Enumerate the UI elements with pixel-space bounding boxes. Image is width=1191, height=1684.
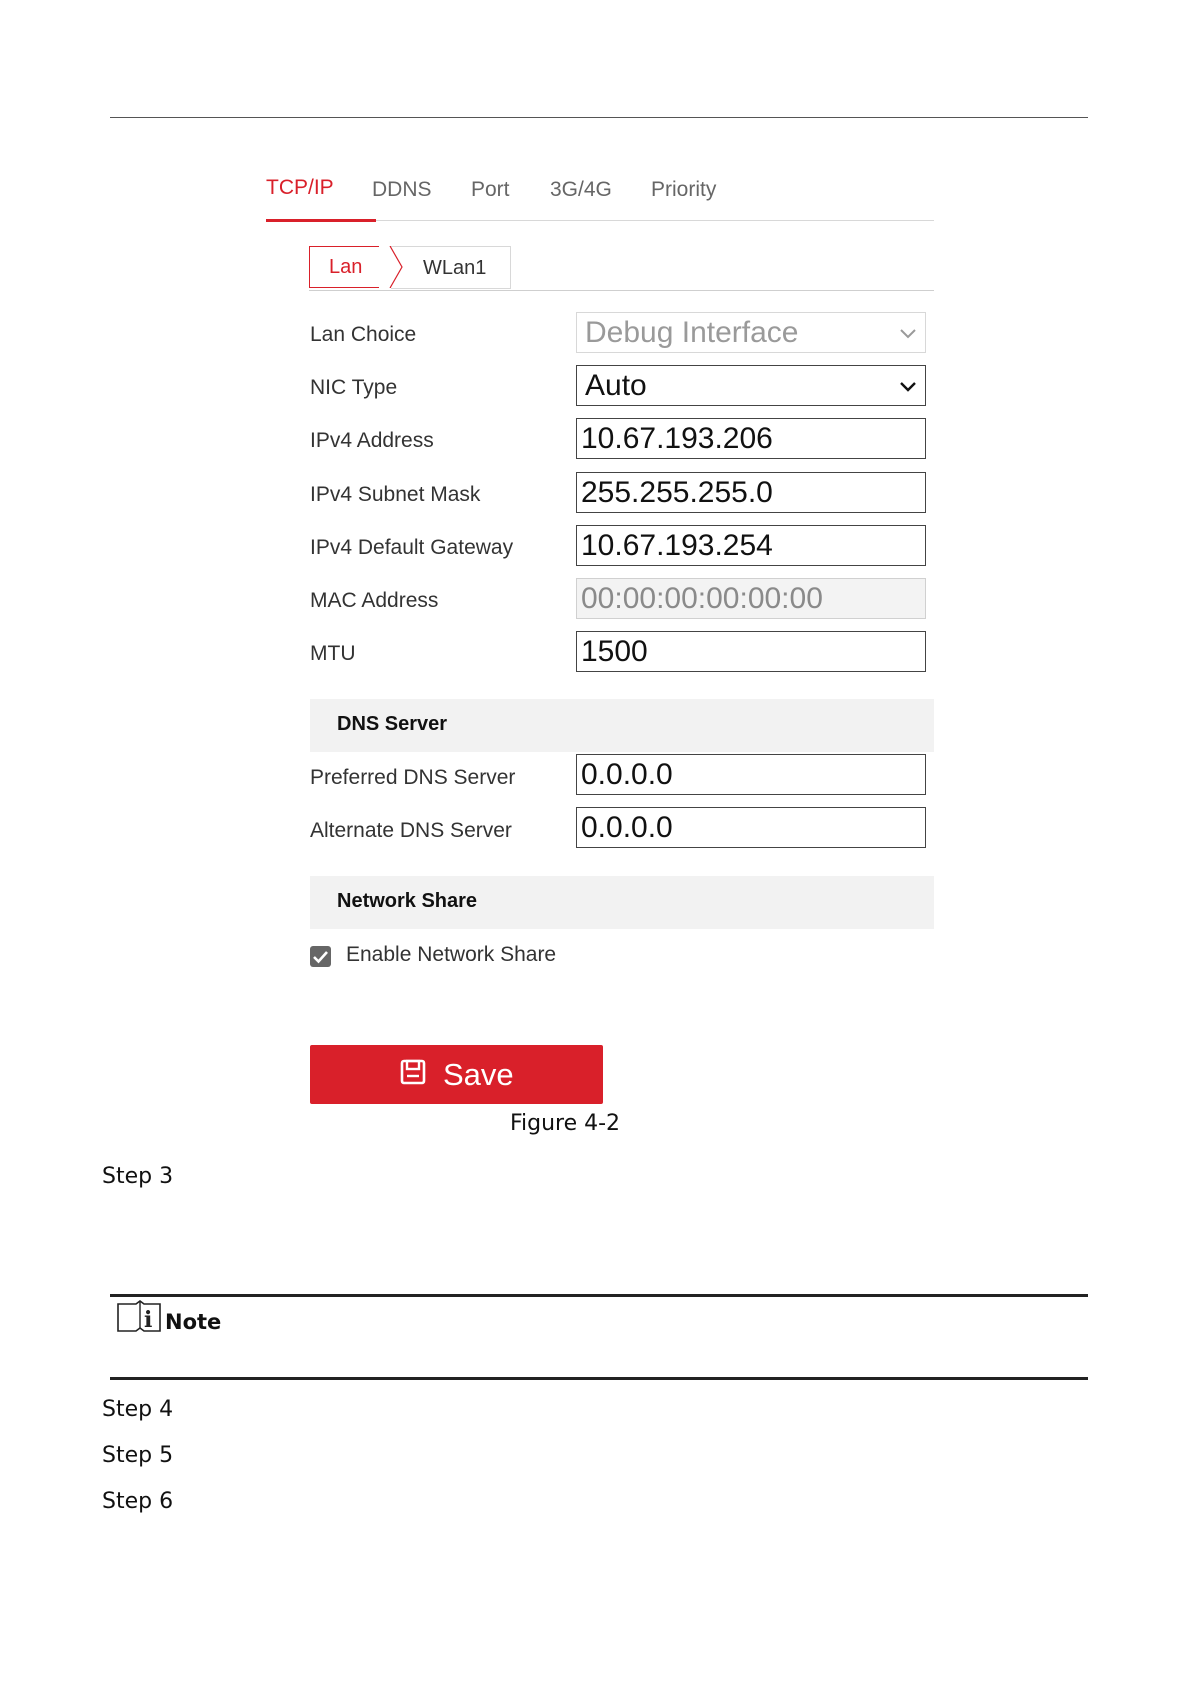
lan-choice-value: Debug Interface — [585, 316, 799, 349]
lan-choice-select[interactable]: Debug Interface — [576, 312, 926, 353]
lan-choice-label: Lan Choice — [310, 323, 417, 346]
save-button[interactable]: Save — [310, 1045, 603, 1104]
figure-network-settings: TCP/IP DDNS Port 3G/4G Priority WLan1 La… — [0, 0, 1191, 1684]
main-tabs: TCP/IP DDNS Port 3G/4G Priority — [266, 170, 934, 222]
mac-address-input: 00:00:00:00:00:00 — [576, 578, 926, 619]
book-info-icon: i — [117, 1300, 161, 1333]
enable-network-share-checkbox[interactable] — [310, 946, 331, 967]
ipv4-subnet-mask-input[interactable]: 255.255.255.0 — [576, 472, 926, 513]
ipv4-default-gateway-input[interactable]: 10.67.193.254 — [576, 525, 926, 566]
figure-caption: Figure 4-2 — [509, 1111, 621, 1136]
mac-address-label: MAC Address — [310, 589, 439, 612]
step-3: Step 3 — [102, 1164, 174, 1189]
nic-type-label: NIC Type — [310, 376, 398, 399]
save-button-label: Save — [443, 1057, 514, 1092]
subtab-arrow-icon — [379, 246, 403, 288]
mtu-input[interactable]: 1500 — [576, 631, 926, 672]
note-bottom-rule — [110, 1377, 1088, 1380]
chevron-down-icon — [900, 329, 916, 339]
tab-3g4g[interactable]: 3G/4G — [550, 178, 612, 202]
preferred-dns-label: Preferred DNS Server — [310, 766, 516, 789]
dns-server-title: DNS Server — [337, 713, 448, 735]
tab-port[interactable]: Port — [471, 178, 510, 202]
svg-text:i: i — [144, 1307, 152, 1333]
nic-type-select[interactable]: Auto — [576, 365, 926, 406]
ipv4-subnet-mask-label: IPv4 Subnet Mask — [310, 483, 481, 506]
nic-type-value: Auto — [585, 369, 647, 402]
tab-tcpip[interactable]: TCP/IP — [266, 176, 334, 200]
ipv4-default-gateway-label: IPv4 Default Gateway — [310, 536, 514, 559]
network-share-section: Network Share — [310, 876, 934, 929]
tab-priority[interactable]: Priority — [651, 178, 716, 202]
enable-network-share-label: Enable Network Share — [346, 943, 557, 966]
network-share-title: Network Share — [337, 890, 478, 912]
step-4: Step 4 — [102, 1397, 174, 1422]
sub-tabs: WLan1 Lan — [309, 246, 934, 291]
tab-ddns[interactable]: DDNS — [372, 178, 432, 202]
chevron-down-icon — [900, 382, 916, 392]
alternate-dns-input[interactable]: 0.0.0.0 — [576, 807, 926, 848]
step-5: Step 5 — [102, 1443, 174, 1468]
note-top-rule — [110, 1294, 1088, 1297]
dns-server-section: DNS Server — [310, 699, 934, 752]
mtu-label: MTU — [310, 642, 356, 665]
step-6: Step 6 — [102, 1489, 174, 1514]
note-label: Note — [165, 1310, 222, 1334]
floppy-disk-icon — [400, 1059, 426, 1085]
preferred-dns-input[interactable]: 0.0.0.0 — [576, 754, 926, 795]
checkmark-icon — [313, 951, 328, 964]
ipv4-address-label: IPv4 Address — [310, 429, 434, 452]
alternate-dns-label: Alternate DNS Server — [310, 819, 512, 842]
subtab-wlan1[interactable]: WLan1 — [391, 246, 511, 289]
ipv4-address-input[interactable]: 10.67.193.206 — [576, 418, 926, 459]
active-tab-indicator — [266, 219, 376, 222]
